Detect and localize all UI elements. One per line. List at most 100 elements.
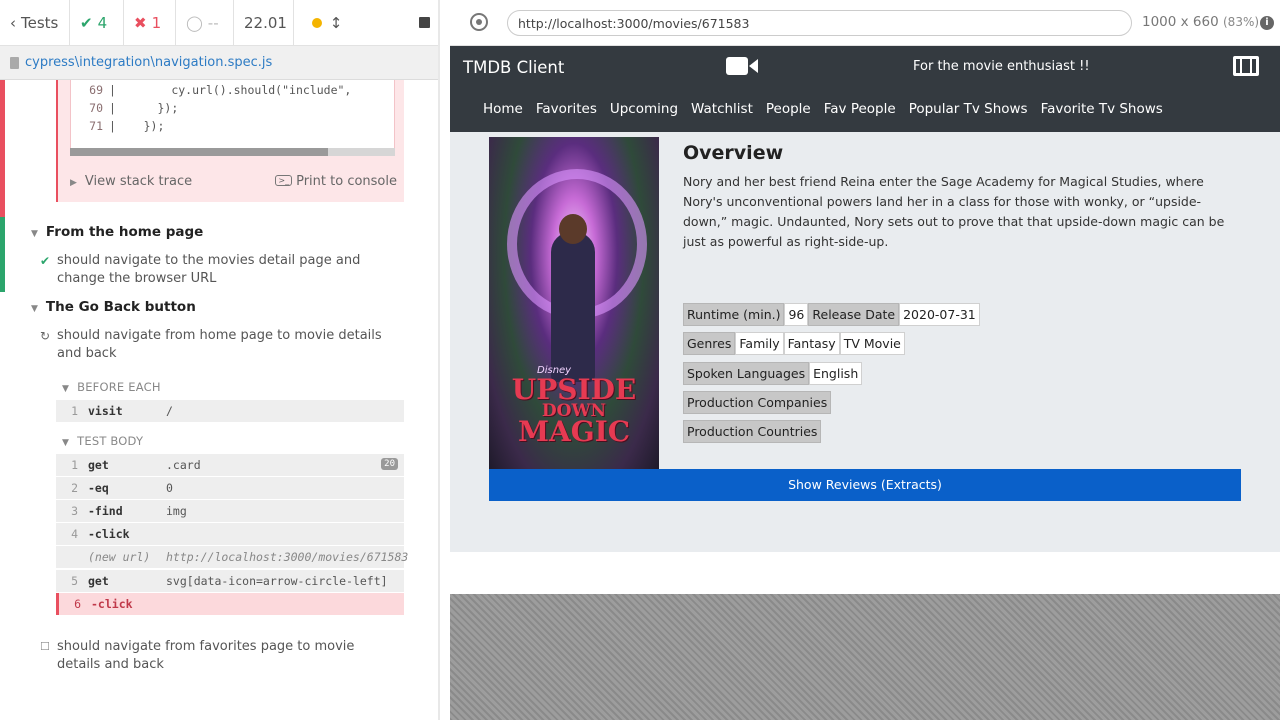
page-footer-area (450, 552, 1280, 594)
nav-people[interactable]: People (766, 101, 811, 117)
suite-go-back-button[interactable]: ▼ The Go Back button (31, 299, 196, 315)
caret-right-icon: ▶ (70, 178, 77, 188)
code-horizontal-scrollbar[interactable] (70, 148, 395, 156)
code-line: 70 | }); (89, 101, 179, 115)
movie-poster: Disney UPSIDE DOWN MAGIC (489, 137, 659, 469)
nav-fav-people[interactable]: Fav People (824, 101, 896, 117)
spec-file-link[interactable]: cypress\integration\navigation.spec.js (25, 55, 272, 70)
nav-popular-tv-shows[interactable]: Popular Tv Shows (909, 101, 1028, 117)
caret-down-icon: ▼ (62, 384, 70, 394)
new-url-event-row[interactable]: (new url) http://localhost:3000/movies/6… (56, 546, 408, 568)
nav-home[interactable]: Home (483, 101, 523, 117)
release-date-label: Release Date (808, 303, 900, 326)
film-icon (1233, 56, 1259, 76)
spec-file-bar: cypress\integration\navigation.spec.js (0, 46, 440, 80)
spinner-icon: ◯ (186, 13, 203, 32)
before-each-header[interactable]: ▼ BEFORE EACH (62, 380, 161, 394)
stop-icon (419, 17, 430, 28)
command-row[interactable]: 1 get .card 20 (56, 454, 404, 476)
production-companies-label: Production Companies (683, 391, 832, 414)
language-chip: English (809, 362, 863, 385)
auto-scroll-toggle[interactable]: ↕ (294, 0, 360, 45)
test-title[interactable]: should navigate from home page to movie … (57, 327, 387, 363)
chevron-left-icon: ‹ (10, 13, 16, 32)
passed-suite-bar (0, 217, 5, 292)
view-stack-trace-toggle[interactable]: ▶ View stack trace (70, 174, 192, 189)
video-camera-icon (726, 57, 758, 75)
failed-command-row[interactable]: 6 -click (56, 593, 404, 615)
check-icon: ✔ (80, 13, 93, 32)
genre-chip: TV Movie (839, 332, 905, 355)
caret-down-icon: ▼ (31, 304, 38, 314)
runtime-release-row: Runtime (min.) 96 Release Date 2020-07-3… (683, 303, 980, 326)
genre-chip: Family (735, 332, 784, 355)
failed-count: ✖ 1 (124, 0, 176, 45)
runtime-value: 96 (784, 303, 809, 326)
command-row[interactable]: 5 get svg[data-icon=arrow-circle-left] (56, 570, 404, 592)
duration: 22.01 (234, 0, 294, 45)
element-count-badge: 20 (381, 458, 398, 470)
aut-header: http://localhost:3000/movies/671583 1000… (450, 0, 1280, 46)
movie-details: Disney UPSIDE DOWN MAGIC Overview Nory a… (450, 132, 1280, 552)
nav-links: Home Favorites Upcoming Watchlist People… (483, 101, 1176, 117)
genres-label: Genres (683, 332, 736, 355)
genre-chip: Fantasy (783, 332, 840, 355)
aut-background (450, 594, 1280, 720)
brand-link[interactable]: TMDB Client (463, 58, 564, 77)
stop-button[interactable] (360, 0, 440, 45)
passed-count: ✔ 4 (70, 0, 124, 45)
error-code-frame: 69 | cy.url().should("include", 70 | }); 7… (56, 80, 404, 202)
release-date-value: 2020-07-31 (899, 303, 980, 326)
scroll-arrows-icon: ↕ (329, 13, 343, 32)
pending-square-icon: ☐ (40, 640, 50, 653)
languages-row: Spoken Languages English (683, 362, 863, 385)
command-row[interactable]: 2 -eq 0 (56, 477, 404, 499)
command-row[interactable]: 4 -click (56, 523, 404, 545)
viewport-size: 1000 x 660 (83%) (1142, 14, 1260, 30)
tagline: For the movie enthusiast !! (913, 59, 1090, 74)
show-reviews-button[interactable]: Show Reviews (Extracts) (489, 469, 1241, 501)
info-icon[interactable]: i (1260, 16, 1274, 30)
spoken-languages-label: Spoken Languages (683, 362, 810, 385)
refresh-icon: ↻ (40, 329, 51, 343)
production-countries-label: Production Countries (683, 420, 822, 443)
command-log: 69 | cy.url().should("include", 70 | }); 7… (0, 80, 440, 680)
code-line: 71 | }); (89, 119, 165, 133)
test-body-header[interactable]: ▼ TEST BODY (62, 434, 143, 448)
file-icon (10, 56, 19, 69)
x-icon: ✖ (134, 13, 147, 32)
test-runner-panel: ‹ Tests ✔ 4 ✖ 1 ◯ -- 22.01 ↕ cypress\int… (0, 0, 440, 720)
print-to-console-button[interactable]: >_ Print to console (275, 174, 397, 189)
caret-down-icon: ▼ (62, 438, 70, 448)
app-navbar: TMDB Client For the movie enthusiast !! … (450, 46, 1280, 132)
pending-count: ◯ -- (176, 0, 234, 45)
nav-upcoming[interactable]: Upcoming (610, 101, 678, 117)
genres-row: Genres Family Fantasy TV Movie (683, 332, 905, 355)
failed-suite-bar (0, 80, 5, 217)
check-icon: ✔ (40, 254, 51, 268)
nav-favorites[interactable]: Favorites (536, 101, 597, 117)
caret-down-icon: ▼ (31, 229, 38, 239)
test-title[interactable]: should navigate from favorites page to m… (57, 638, 387, 674)
tests-back-button[interactable]: ‹ Tests (0, 0, 70, 45)
runner-scrollbar[interactable] (438, 0, 440, 720)
code-snippet: 69 | cy.url().should("include", 70 | }); 7… (70, 80, 395, 152)
command-row[interactable]: 3 -find img (56, 500, 404, 522)
overview-text: Nory and her best friend Reina enter the… (683, 174, 1225, 249)
overview-heading: Overview (683, 142, 784, 164)
test-title[interactable]: should navigate to the movies detail pag… (57, 252, 387, 288)
companies-row: Production Companies (683, 391, 832, 414)
app-iframe: TMDB Client For the movie enthusiast !! … (450, 46, 1280, 594)
url-bar[interactable]: http://localhost:3000/movies/671583 (507, 10, 1132, 36)
nav-watchlist[interactable]: Watchlist (691, 101, 753, 117)
nav-favorite-tv-shows[interactable]: Favorite Tv Shows (1041, 101, 1163, 117)
suite-from-home-page[interactable]: ▼ From the home page (31, 224, 203, 240)
selector-playground-icon[interactable] (470, 13, 488, 31)
countries-row: Production Countries (683, 420, 822, 443)
code-line: 69 | cy.url().should("include", (89, 83, 352, 97)
command-row[interactable]: 1 visit / (56, 400, 404, 422)
terminal-icon: >_ (275, 175, 293, 186)
runner-top-bar: ‹ Tests ✔ 4 ✖ 1 ◯ -- 22.01 ↕ (0, 0, 440, 46)
running-indicator-icon (311, 17, 322, 28)
runtime-label: Runtime (min.) (683, 303, 785, 326)
